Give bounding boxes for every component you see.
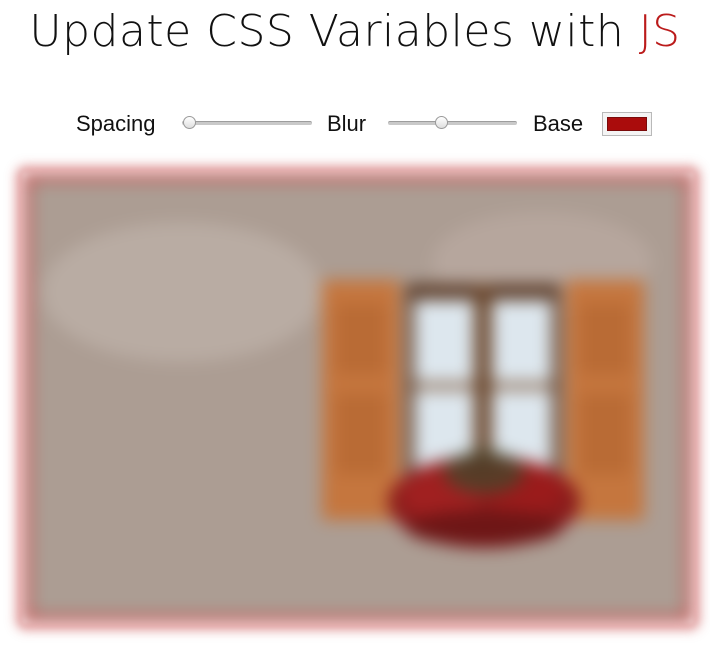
spacing-label: Spacing xyxy=(76,111,156,136)
spacing-slider-track[interactable] xyxy=(182,121,312,125)
page-title-text: Update CSS Variables with xyxy=(29,6,639,57)
spacing-slider[interactable] xyxy=(182,116,312,129)
base-label: Base xyxy=(533,111,584,136)
base-color-picker[interactable] xyxy=(602,112,652,136)
page-title: Update CSS Variables with JS xyxy=(0,4,710,60)
blur-label: Blur xyxy=(327,111,367,136)
base-color-swatch[interactable] xyxy=(607,117,647,131)
blur-slider[interactable] xyxy=(388,116,517,129)
controls-bar: Spacing Blur Base xyxy=(0,108,710,140)
blur-slider-track[interactable] xyxy=(388,121,517,125)
window-photo xyxy=(22,172,694,624)
photo-frame xyxy=(22,172,694,624)
blur-slider-thumb[interactable] xyxy=(435,116,449,129)
page-title-highlight: JS xyxy=(638,6,681,57)
spacing-slider-thumb[interactable] xyxy=(182,116,196,129)
